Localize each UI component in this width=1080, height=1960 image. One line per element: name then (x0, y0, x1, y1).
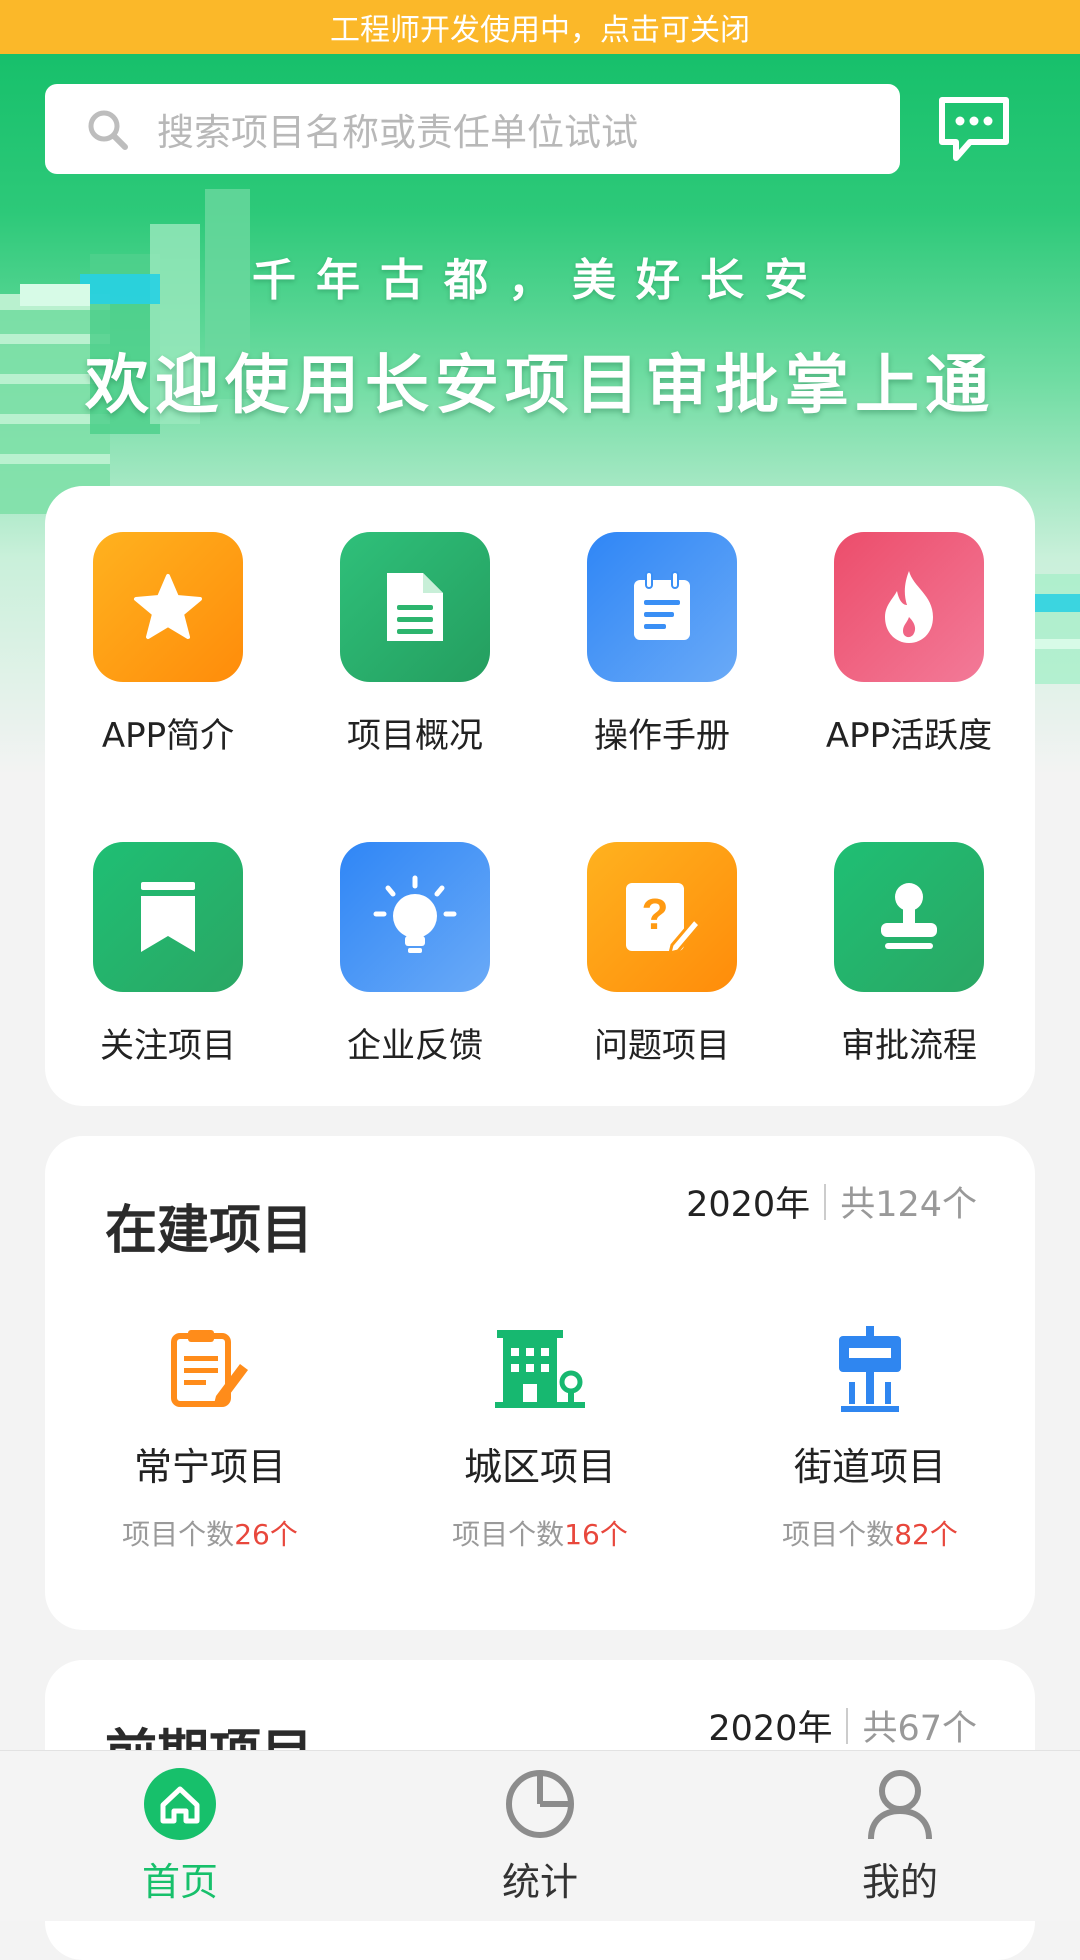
menu-label: 操作手册 (594, 716, 730, 756)
stat-count: 项目个数82个 (782, 1518, 958, 1551)
slogan-subtitle: 千年古都，美好长安 (252, 255, 828, 306)
menu-label: 问题项目 (594, 1026, 730, 1066)
feature-menu-card: APP简介 项目概况 操作手册 APP活跃度 关注项目 企业反馈 ? 问题项目 … (45, 486, 1035, 1106)
search-input[interactable]: 搜索项目名称或责任单位试试 (157, 102, 638, 156)
menu-label: 企业反馈 (347, 1026, 483, 1066)
menu-item-project-overview[interactable]: 项目概况 (305, 532, 525, 757)
stat-name: 城区项目 (463, 1445, 616, 1489)
building-icon (400, 1326, 680, 1416)
search-bar[interactable]: 搜索项目名称或责任单位试试 (45, 84, 900, 174)
message-icon[interactable] (936, 94, 1012, 164)
menu-item-feedback[interactable]: 企业反馈 (305, 842, 525, 1067)
menu-item-app-activity[interactable]: APP活跃度 (799, 532, 1019, 757)
total-count: 共67个 (862, 1709, 977, 1749)
stat-name: 常宁项目 (133, 1445, 286, 1489)
star-icon (93, 532, 243, 682)
clipboard-edit-icon (70, 1326, 350, 1416)
user-icon (868, 1770, 932, 1840)
in-progress-projects-card[interactable]: 在建项目 2020年 共124个 常宁项目 项目个数26个 城区项目 项目个数1… (45, 1136, 1035, 1630)
stat-count: 项目个数26个 (122, 1518, 298, 1551)
tab-label: 我的 (861, 1860, 938, 1904)
year-label: 2020年 (708, 1709, 833, 1749)
developer-banner[interactable]: 工程师开发使用中，点击可关闭 (0, 0, 1080, 54)
home-icon (144, 1768, 216, 1840)
stat-changning-projects[interactable]: 常宁项目 项目个数26个 (70, 1326, 350, 1553)
section-meta: 2020年 共124个 (686, 1176, 977, 1227)
total-count: 共124个 (840, 1185, 977, 1225)
menu-item-problem-projects[interactable]: ? 问题项目 (552, 842, 772, 1067)
tab-statistics[interactable]: 统计 (440, 1751, 640, 1906)
menu-item-app-intro[interactable]: APP简介 (58, 532, 278, 757)
tab-home[interactable]: 首页 (80, 1751, 280, 1906)
section-meta: 2020年 共67个 (708, 1700, 977, 1751)
question-edit-icon: ? (587, 842, 737, 992)
tab-label: 首页 (141, 1860, 218, 1904)
tab-label: 统计 (501, 1860, 578, 1904)
flame-icon (834, 532, 984, 682)
stamp-icon (834, 842, 984, 992)
section-title: 在建项目 (105, 1201, 314, 1261)
tab-profile[interactable]: 我的 (800, 1751, 1000, 1906)
bookmark-icon (93, 842, 243, 992)
stat-street-projects[interactable]: 街道项目 项目个数82个 (730, 1326, 1010, 1553)
menu-item-followed-projects[interactable]: 关注项目 (58, 842, 278, 1067)
slogan-title: 欢迎使用长安项目审批掌上通 (85, 348, 995, 423)
menu-label: 关注项目 (100, 1026, 236, 1066)
stat-name: 街道项目 (793, 1445, 946, 1489)
menu-label: 项目概况 (347, 716, 483, 756)
menu-label: APP简介 (101, 716, 235, 756)
notepad-icon (587, 532, 737, 682)
document-icon (340, 532, 490, 682)
bottom-tab-bar: 首页 统计 我的 (0, 1750, 1080, 1921)
lightbulb-icon (340, 842, 490, 992)
divider (824, 1183, 827, 1220)
pie-chart-icon (506, 1770, 574, 1838)
stat-count: 项目个数16个 (452, 1518, 628, 1551)
svg-text:?: ? (642, 890, 669, 939)
divider (846, 1707, 849, 1744)
search-icon (88, 110, 128, 150)
stat-urban-projects[interactable]: 城区项目 项目个数16个 (400, 1326, 680, 1553)
year-label: 2020年 (686, 1185, 811, 1225)
signpost-icon (730, 1326, 1010, 1416)
menu-label: 审批流程 (841, 1026, 977, 1066)
menu-item-approval-process[interactable]: 审批流程 (799, 842, 1019, 1067)
menu-item-manual[interactable]: 操作手册 (552, 532, 772, 757)
menu-label: APP活跃度 (825, 716, 993, 756)
